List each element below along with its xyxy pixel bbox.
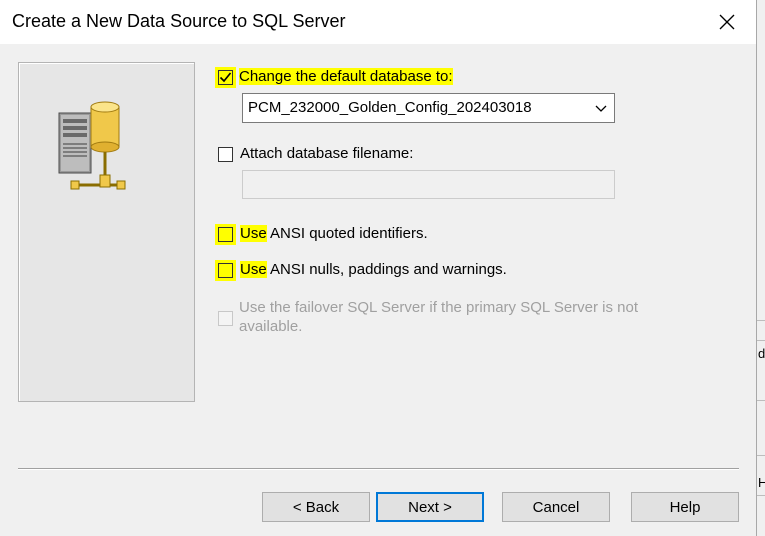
close-button[interactable] [716, 11, 738, 33]
wizard-side-panel [18, 62, 195, 402]
cancel-button[interactable]: Cancel [502, 492, 610, 522]
change-default-db-label-highlighted: Change the default database to: [239, 68, 453, 85]
ansi-quoted-label-highlighted: Use [240, 225, 267, 242]
ansi-quoted-label-rest: ANSI quoted identifiers. [266, 225, 428, 242]
next-button[interactable]: Next > [376, 492, 484, 522]
checkmark-icon [219, 72, 232, 83]
ansi-quoted-identifiers-checkbox[interactable] [218, 227, 233, 242]
data-source-dialog: Create a New Data Source to SQL Server C… [0, 0, 757, 536]
ansi-quoted-identifiers-label: Use ANSI quoted identifiers. [240, 225, 428, 242]
ansi-nulls-label: Use ANSI nulls, paddings and warnings. [240, 261, 507, 278]
background-window-fragment [757, 0, 765, 536]
database-server-icon [58, 101, 126, 190]
back-button[interactable]: < Back [262, 492, 370, 522]
attach-db-filename-input [242, 170, 615, 199]
close-icon [719, 14, 735, 30]
title-bar: Create a New Data Source to SQL Server [0, 0, 756, 44]
background-text-fragment: H [758, 475, 765, 490]
chevron-down-icon [595, 105, 607, 112]
footer-separator [18, 468, 739, 470]
change-default-db-label: Change the default database to: [239, 68, 453, 85]
attach-db-filename-label: Attach database filename: [240, 145, 414, 162]
help-button[interactable]: Help [631, 492, 739, 522]
attach-db-filename-checkbox[interactable] [218, 147, 233, 162]
change-default-db-checkbox[interactable] [218, 70, 233, 85]
default-database-select[interactable]: PCM_232000_Golden_Config_202403018 [242, 93, 615, 123]
default-database-value: PCM_232000_Golden_Config_202403018 [248, 99, 532, 116]
failover-label: Use the failover SQL Server if the prima… [239, 299, 639, 335]
background-text-fragment: de [758, 346, 765, 361]
failover-checkbox [218, 311, 233, 326]
ansi-nulls-label-rest: ANSI nulls, paddings and warnings. [266, 261, 507, 278]
ansi-nulls-checkbox[interactable] [218, 263, 233, 278]
window-title: Create a New Data Source to SQL Server [12, 11, 346, 31]
ansi-nulls-label-highlighted: Use [240, 261, 267, 278]
